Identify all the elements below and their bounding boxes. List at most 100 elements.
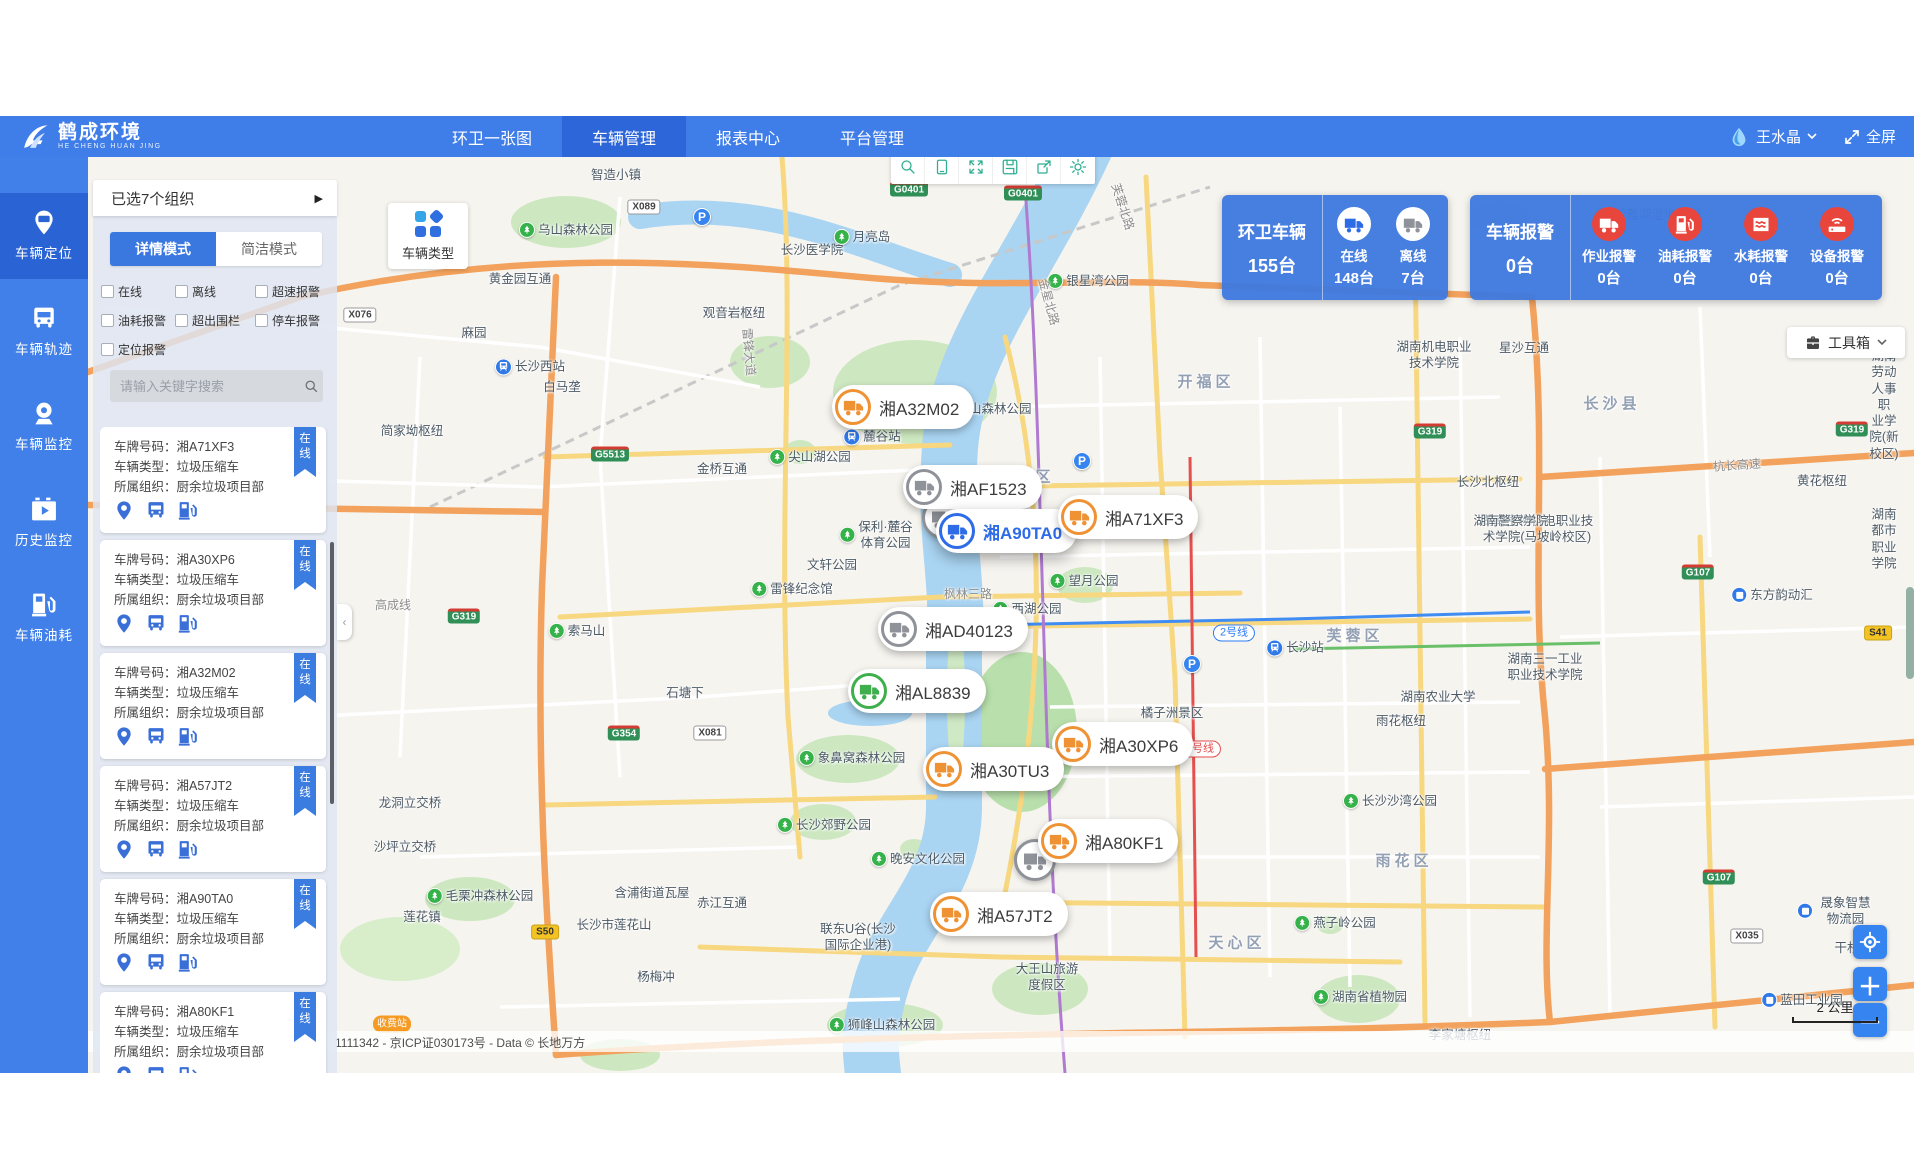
vehicle-marker[interactable]: 湘A32M02 [832,385,974,429]
brand-logo: 鹤成环境 HE CHENG HUAN JING [0,116,262,157]
vehicle-card[interactable]: 车牌号码：湘A71XF3车辆类型：垃圾压缩车所属组织：厨余垃圾项目部在线 [100,427,326,533]
map-device-button[interactable] [925,157,959,184]
fleet-title: 环卫车辆 [1238,218,1306,243]
monitor-bus-icon[interactable] [146,953,166,972]
fuel-pump-icon[interactable] [178,727,198,746]
filter-label: 定位报警 [118,341,166,358]
filter-在线[interactable]: 在线 [101,283,175,300]
checkbox-icon[interactable] [101,343,114,356]
locate-pin-icon[interactable] [114,840,134,859]
vehicle-marker[interactable]: 湘AL8839 [848,669,986,713]
user-menu[interactable]: 王水晶 [1728,126,1817,148]
map-toolbar [891,157,1095,184]
vehicle-marker[interactable]: 湘AF1523 [903,465,1042,509]
filter-离线[interactable]: 离线 [175,283,255,300]
org-selector[interactable]: 已选7个组织 ▶ [93,180,337,216]
checkbox-icon[interactable] [101,285,114,298]
locate-pin-icon[interactable] [114,1066,134,1073]
sidebar-item-车辆监控[interactable]: 车辆监控 [0,384,88,470]
panel-collapse-handle[interactable]: ‹ [337,604,352,640]
vehicle-card-actions [114,953,314,972]
filter-超速报警[interactable]: 超速报警 [255,283,333,300]
locate-pin-icon[interactable] [114,614,134,633]
sidebar-item-车辆油耗[interactable]: 车辆油耗 [0,575,88,661]
toolbox-button[interactable]: 工具箱 [1787,327,1905,358]
device-alarm-icon [1820,207,1854,241]
vehicle-card[interactable]: 车牌号码：湘A32M02车辆类型：垃圾压缩车所属组织：厨余垃圾项目部在线 [100,653,326,759]
parking-icon: P [1183,655,1201,673]
video-icon [31,497,57,522]
filter-停车报警[interactable]: 停车报警 [255,312,333,329]
vehicle-marker[interactable]: 湘A57JT2 [930,892,1068,936]
map-expand-button[interactable] [959,157,993,184]
fuel-pump-icon[interactable] [178,840,198,859]
vehicle-marker[interactable]: 湘A71XF3 [1058,495,1198,539]
sidebar-item-车辆定位[interactable]: 车辆定位 [0,193,88,279]
filter-油耗报警[interactable]: 油耗报警 [101,312,175,329]
monitor-bus-icon[interactable] [146,727,166,746]
fuel-pump-icon[interactable] [178,1066,198,1073]
marker-plate: 湘A30TU3 [970,757,1049,782]
map-share-button[interactable] [1027,157,1061,184]
monitor-bus-icon[interactable] [146,1066,166,1073]
fuel-pump-icon[interactable] [178,953,198,972]
nav-item-车辆管理[interactable]: 车辆管理 [562,116,686,157]
vehicle-type-label: 车辆类型 [402,243,454,262]
marker-plate: 湘AF1523 [950,475,1027,500]
tab-详情模式[interactable]: 详情模式 [110,232,216,266]
marker-plate: 湘A80KF1 [1085,829,1163,854]
checkbox-icon[interactable] [101,314,114,327]
sidebar-item-历史监控[interactable]: 历史监控 [0,480,88,566]
locate-button[interactable] [1853,925,1887,959]
map-settings-gear-icon[interactable] [1061,157,1095,184]
filter-超出围栏[interactable]: 超出围栏 [175,312,255,329]
fullscreen-button[interactable]: 全屏 [1843,126,1896,147]
nav-item-平台管理[interactable]: 平台管理 [810,116,934,157]
vehicle-marker[interactable]: 湘AD40123 [878,607,1028,651]
nav-item-报表中心[interactable]: 报表中心 [686,116,810,157]
tab-简洁模式[interactable]: 简洁模式 [216,232,322,266]
checkbox-icon[interactable] [255,314,268,327]
fuel-pump-icon[interactable] [178,501,198,520]
search-input[interactable] [110,379,304,394]
map-attribution-text: 1111342 - 京ICP证030173号 - Data © 长地万方 [335,1034,585,1051]
vehicle-plate: 车牌号码：湘A32M02 [114,663,314,683]
filter-checkbox-group: 在线离线超速报警油耗报警超出围栏停车报警定位报警 [101,283,333,358]
vehicle-marker[interactable]: 湘A90TA0 [936,509,1077,553]
vehicle-marker[interactable]: 湘A80KF1 [1038,819,1178,863]
nav-item-环卫一张图[interactable]: 环卫一张图 [422,116,562,157]
map-zoom-search-button[interactable] [891,157,925,184]
vehicle-card[interactable]: 车牌号码：湘A80KF1车辆类型：垃圾压缩车所属组织：厨余垃圾项目部在线 [100,992,326,1073]
truck-icon [926,751,962,787]
vehicle-marker[interactable]: 湘A30TU3 [923,747,1064,791]
map-save-button[interactable] [993,157,1027,184]
monitor-bus-icon[interactable] [146,614,166,633]
zoom-in-button[interactable]: ＋ [1853,967,1887,1001]
vehicle-marker[interactable]: 湘A30XP6 [1052,722,1193,766]
vehicle-type-button[interactable]: 车辆类型 [388,203,468,269]
list-scrollbar[interactable] [330,542,334,804]
vehicle-card[interactable]: 车牌号码：湘A30XP6车辆类型：垃圾压缩车所属组织：厨余垃圾项目部在线 [100,540,326,646]
vehicle-card[interactable]: 车牌号码：湘A90TA0车辆类型：垃圾压缩车所属组织：厨余垃圾项目部在线 [100,879,326,985]
alarm-count: 0台 [1597,267,1620,288]
page-scrollbar[interactable] [1906,587,1914,679]
locate-pin-icon[interactable] [114,953,134,972]
filter-定位报警[interactable]: 定位报警 [101,341,175,358]
monitor-bus-icon[interactable] [146,501,166,520]
locate-pin-icon[interactable] [114,727,134,746]
marker-plate: 湘A57JT2 [977,902,1053,927]
locate-pin-icon[interactable] [114,501,134,520]
monitor-bus-icon[interactable] [146,840,166,859]
checkbox-icon[interactable] [175,314,188,327]
user-avatar [1728,126,1750,148]
search-icon[interactable] [304,379,319,394]
vehicle-type: 车辆类型：垃圾压缩车 [114,570,314,590]
sidebar-item-车辆轨迹[interactable]: 车辆轨迹 [0,289,88,375]
checkbox-icon[interactable] [175,285,188,298]
app-window: 鹤成环境 HE CHENG HUAN JING 环卫一张图车辆管理报表中心平台管… [0,0,1914,1173]
vehicle-org: 所属组织：厨余垃圾项目部 [114,816,314,836]
fleet-count: 155台 [1248,252,1296,278]
checkbox-icon[interactable] [255,285,268,298]
fuel-pump-icon[interactable] [178,614,198,633]
vehicle-card[interactable]: 车牌号码：湘A57JT2车辆类型：垃圾压缩车所属组织：厨余垃圾项目部在线 [100,766,326,872]
